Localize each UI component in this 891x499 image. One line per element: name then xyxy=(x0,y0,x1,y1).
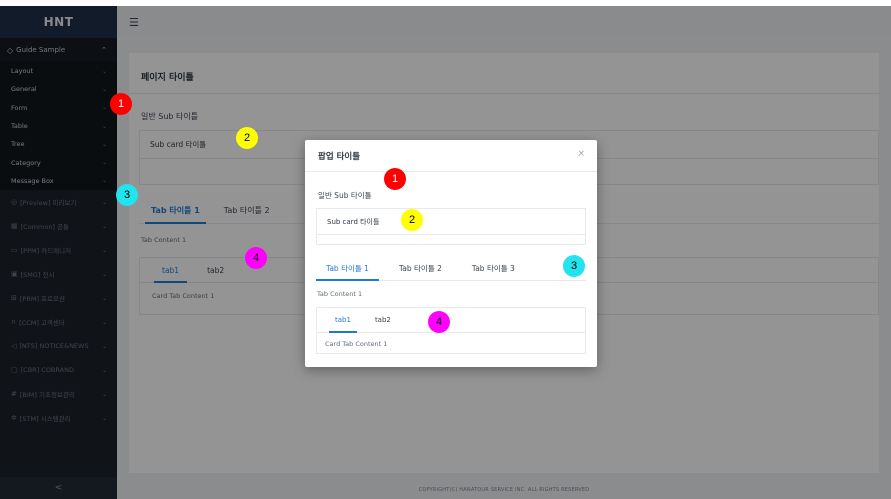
popup-tab-content: Tab Content 1 xyxy=(317,290,363,298)
divider xyxy=(305,171,597,172)
close-icon[interactable]: × xyxy=(577,149,585,159)
annotation-marker-2: 2 xyxy=(236,127,258,149)
annotation-marker-1: 1 xyxy=(110,93,132,115)
popup-card-tab-content: Card Tab Content 1 xyxy=(325,340,388,348)
popup-sub-title: 일반 Sub 타이틀 xyxy=(318,191,372,200)
annotation-marker-4: 4 xyxy=(428,311,450,333)
popup-dialog: 팝업 타이틀 × 일반 Sub 타이틀 Sub card 타이틀 Tab 타이틀… xyxy=(305,140,597,367)
annotation-marker-4: 4 xyxy=(245,247,267,269)
popup-card-tab-1[interactable]: tab1 xyxy=(323,308,363,333)
popup-card-tab-2[interactable]: tab2 xyxy=(363,308,403,332)
popup-tab-bar: Tab 타이틀 1 Tab 타이틀 2 Tab 타이틀 3 xyxy=(316,256,586,281)
popup-tab-3[interactable]: Tab 타이틀 3 xyxy=(462,256,525,280)
popup-sub-card-title: Sub card 타이틀 xyxy=(317,209,585,235)
annotation-marker-3: 3 xyxy=(116,184,138,206)
annotation-marker-3: 3 xyxy=(563,255,585,277)
popup-card-tab-panel: tab1 tab2 Card Tab Content 1 xyxy=(316,307,586,354)
annotation-marker-2: 2 xyxy=(401,209,423,231)
popup-tab-1[interactable]: Tab 타이틀 1 xyxy=(316,256,379,281)
annotation-marker-1: 1 xyxy=(384,168,406,190)
popup-sub-card: Sub card 타이틀 xyxy=(316,208,586,245)
popup-card-tab-bar: tab1 tab2 xyxy=(317,308,585,333)
popup-title: 팝업 타이틀 xyxy=(318,152,361,162)
popup-tab-2[interactable]: Tab 타이틀 2 xyxy=(389,256,452,280)
